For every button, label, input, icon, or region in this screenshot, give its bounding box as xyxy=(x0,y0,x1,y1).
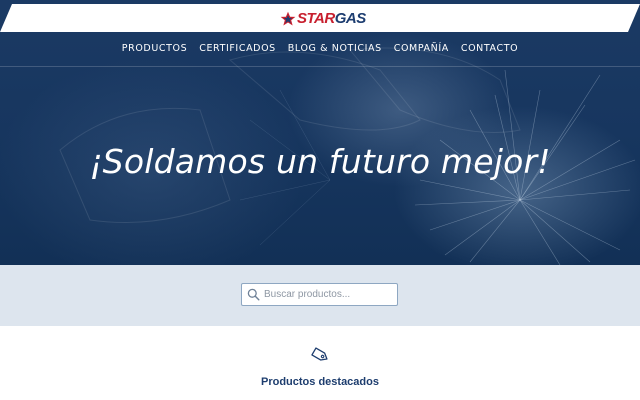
nav-divider xyxy=(0,66,640,67)
featured-products-title: Productos destacados xyxy=(261,376,379,388)
logo-bar: STARGAS xyxy=(0,4,640,32)
star-icon xyxy=(280,11,296,26)
nav-item-blog-noticias[interactable]: BLOG & NOTICIAS xyxy=(282,40,388,58)
logo-gas-text: GAS xyxy=(334,10,367,27)
nav-item-compania[interactable]: COMPAÑÍA xyxy=(388,40,455,58)
tag-icon xyxy=(311,347,328,361)
hero-title: ¡Soldamos un futuro mejor! xyxy=(89,142,551,181)
logo-star-text: STAR xyxy=(297,10,335,27)
search-input[interactable] xyxy=(264,284,394,305)
search-icon xyxy=(247,288,260,301)
logo-wordmark: STARGAS xyxy=(297,10,366,28)
search-box[interactable] xyxy=(241,283,398,306)
nav-item-productos[interactable]: PRODUCTOS xyxy=(116,40,193,58)
nav-item-certificados[interactable]: CERTIFICADOS xyxy=(193,40,282,58)
stargas-logo[interactable]: STARGAS xyxy=(280,10,366,28)
search-band xyxy=(0,265,640,326)
nav-item-contacto[interactable]: CONTACTO xyxy=(455,40,524,58)
hero-banner: STARGAS PRODUCTOS CERTIFICADOS BLOG & NO… xyxy=(0,0,640,265)
main-nav: PRODUCTOS CERTIFICADOS BLOG & NOTICIAS C… xyxy=(0,40,640,58)
